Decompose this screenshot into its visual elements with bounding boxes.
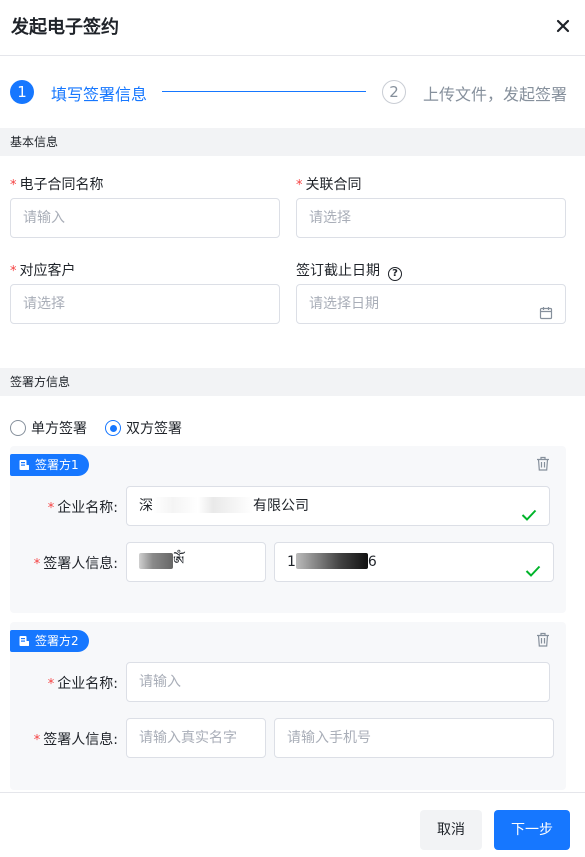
- party-card-2: 签署方2 * 企业名称: 请输入 * 签署人信息: 请输入真实名字 请输入手机号: [10, 622, 566, 790]
- question-circle-icon[interactable]: ?: [388, 266, 402, 281]
- step-connector: [162, 91, 366, 92]
- company-value-suffix: 有限公司: [253, 498, 309, 514]
- required-mark: *: [10, 178, 17, 193]
- calendar-icon: [539, 297, 553, 335]
- step-indicator: 1 填写签署信息 2 上传文件，发起签署: [0, 56, 585, 128]
- required-mark: *: [296, 178, 303, 193]
- contract-doc-icon: [19, 460, 29, 470]
- contract-doc-icon: [19, 636, 29, 646]
- required-mark: *: [10, 264, 17, 279]
- radio-unchecked-icon: [10, 420, 26, 436]
- dialog-title: 发起电子签约: [11, 17, 119, 38]
- check-icon: [525, 555, 541, 593]
- signer-info-section-title: 签署方信息: [0, 368, 585, 396]
- signer-name-tail: ༀ: [173, 554, 185, 570]
- redacted-text: [295, 553, 368, 569]
- radio-checked-icon: [105, 420, 121, 436]
- customer-label: * 对应客户: [10, 263, 76, 279]
- contract-name-input[interactable]: 请输入: [10, 198, 280, 238]
- radio-dual-sign-label: 双方签署: [126, 421, 182, 437]
- party-2-company-input[interactable]: 请输入: [126, 662, 550, 702]
- required-mark: *: [33, 733, 41, 748]
- redacted-text: [139, 553, 173, 569]
- next-step-button[interactable]: 下一步: [494, 810, 570, 850]
- redacted-text: [153, 497, 253, 513]
- party-tag-2: 签署方2: [10, 630, 89, 652]
- company-value-prefix: 深: [139, 498, 153, 514]
- phone-prefix: 1: [287, 554, 296, 570]
- party-1-signer-phone-input[interactable]: 16: [274, 542, 554, 582]
- sign-mode-radio-group: 单方签署 双方签署: [10, 418, 200, 438]
- step-1-number: 1: [10, 80, 34, 104]
- party-1-company-input[interactable]: 深 有限公司: [126, 486, 550, 526]
- deadline-date-picker[interactable]: 请选择日期: [296, 284, 566, 324]
- close-icon[interactable]: [555, 14, 571, 38]
- required-mark: *: [33, 557, 41, 572]
- customer-select[interactable]: 请选择: [10, 284, 280, 324]
- delete-party-2-icon[interactable]: [536, 632, 550, 651]
- party-2-signer-name-input[interactable]: 请输入真实名字: [126, 718, 266, 758]
- radio-single-sign[interactable]: 单方签署: [10, 418, 87, 438]
- related-contract-select[interactable]: 请选择: [296, 198, 566, 238]
- cancel-button[interactable]: 取消: [420, 810, 482, 850]
- party-2-signer-label: * 签署人信息:: [33, 732, 118, 748]
- required-mark: *: [47, 501, 55, 516]
- dialog-footer: 取消 下一步: [0, 792, 585, 857]
- step-2-number: 2: [382, 80, 406, 104]
- party-2-company-label: * 企业名称:: [47, 676, 118, 692]
- basic-info-section-title: 基本信息: [0, 128, 585, 156]
- party-1-company-label: * 企业名称:: [47, 500, 118, 516]
- phone-suffix: 6: [367, 554, 377, 570]
- party-tag-1: 签署方1: [10, 454, 89, 476]
- party-card-1: 签署方1 * 企业名称: 深有限公司 * 签署人信息: ༀ 16: [10, 446, 566, 613]
- related-contract-label: * 关联合同: [296, 177, 362, 193]
- radio-single-sign-label: 单方签署: [31, 421, 87, 437]
- step-1-label: 填写签署信息: [51, 85, 148, 104]
- radio-dual-sign[interactable]: 双方签署: [105, 418, 182, 438]
- check-icon: [521, 499, 537, 537]
- delete-party-1-icon[interactable]: [536, 456, 550, 475]
- party-1-signer-label: * 签署人信息:: [33, 556, 118, 572]
- required-mark: *: [47, 677, 55, 692]
- party-1-signer-name-input[interactable]: ༀ: [126, 542, 266, 582]
- dialog-header: 发起电子签约: [0, 0, 585, 56]
- step-2-label: 上传文件，发起签署: [423, 85, 568, 104]
- deadline-placeholder: 请选择日期: [309, 296, 379, 312]
- deadline-label: 签订截止日期?: [296, 260, 402, 281]
- contract-name-label: * 电子合同名称: [10, 177, 104, 193]
- party-2-signer-phone-input[interactable]: 请输入手机号: [274, 718, 554, 758]
